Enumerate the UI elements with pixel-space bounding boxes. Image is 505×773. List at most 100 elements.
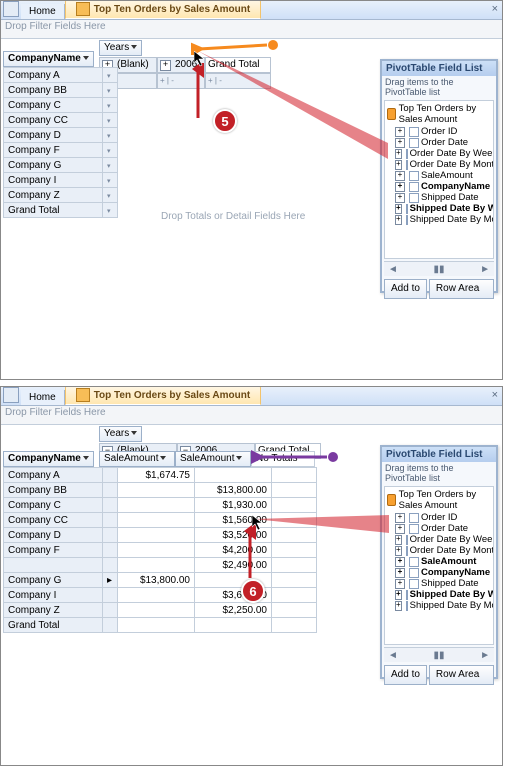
row-dropdown[interactable]: ▾ [103,143,118,158]
expand-icon[interactable]: + [160,60,171,71]
expand-icon[interactable]: + [395,160,402,170]
fieldlist-root[interactable]: Top Ten Orders by Sales Amount [385,488,493,512]
expand-icon[interactable]: + [395,182,405,192]
filter-drop-area[interactable]: Drop Filter Fields Here [1,406,502,425]
cell-2006 [195,468,272,483]
fieldlist-item[interactable]: +Shipped Date By Month [385,214,493,225]
expand-icon[interactable]: + [395,590,402,600]
table-row[interactable]: Grand Total [4,203,103,218]
fieldlist-item[interactable]: +Order Date [385,523,493,534]
table-row[interactable]: Company D [4,528,103,543]
fieldlist-item[interactable]: +SaleAmount [385,170,493,181]
table-row[interactable]: Company BB [4,483,103,498]
expand-icon[interactable]: + [395,579,405,589]
fieldlist-item[interactable]: +Shipped Date By Month [385,600,493,611]
expand-icon[interactable]: + [395,535,402,545]
row-dropdown[interactable]: ▾ [103,158,118,173]
rowarea-dropdown[interactable]: Row Area [429,665,494,685]
table-row[interactable]: Company A [4,68,103,83]
fieldlist-item[interactable]: +Shipped Date [385,578,493,589]
close-icon[interactable]: × [492,3,498,15]
table-row[interactable] [4,558,103,573]
expand-icon[interactable]: + [395,127,405,137]
table-row[interactable]: Company Z [4,603,103,618]
fieldlist-scrollbar[interactable]: ◄▮▮► [384,261,494,276]
expand-icon[interactable]: + [395,215,402,225]
row-dropdown[interactable]: ▾ [103,188,118,203]
fieldlist-item[interactable]: +SaleAmount [385,556,493,567]
field-icon [409,579,419,589]
table-row[interactable]: Company C [4,498,103,513]
fieldlist-item[interactable]: +Order ID [385,126,493,137]
filter-drop-area[interactable]: Drop Filter Fields Here [1,20,502,39]
table-row[interactable]: Company F [4,543,103,558]
detail-drop-area[interactable]: Drop Totals or Detail Fields Here [161,211,305,222]
expand-icon[interactable]: + [395,524,405,534]
row-dropdown[interactable]: ▾ [103,173,118,188]
table-row[interactable]: Company CC [4,113,103,128]
row-dropdown[interactable]: ▾ [103,83,118,98]
close-icon[interactable]: × [492,389,498,401]
rowarea-dropdown[interactable]: Row Area [429,279,494,299]
tab-active[interactable]: Top Ten Orders by Sales Amount [65,0,262,19]
fieldlist-item[interactable]: +Order ID [385,512,493,523]
table-row[interactable]: Company CC [4,513,103,528]
fieldlist-item[interactable]: +Order Date By Month [385,545,493,556]
addto-button[interactable]: Add to [384,279,427,299]
table-row[interactable]: Grand Total [4,618,103,633]
fieldlist-item[interactable]: +CompanyName [385,567,493,578]
pivottable-field-list[interactable]: PivotTable Field List Drag items to the … [380,59,498,293]
col-2006[interactable]: +2006 [157,57,205,73]
fieldlist-item[interactable]: +Order Date By Week [385,534,493,545]
pivottable-field-list[interactable]: PivotTable Field List Drag items to the … [380,445,498,679]
table-row[interactable]: Company BB [4,83,103,98]
saleamount-field-button[interactable]: SaleAmount [99,451,175,467]
row-dropdown[interactable]: ▾ [103,128,118,143]
field-icon [406,215,408,225]
fieldlist-item[interactable]: +Order Date By Week [385,148,493,159]
tab-active[interactable]: Top Ten Orders by Sales Amount [65,386,262,405]
row-dropdown[interactable]: ▾ [103,113,118,128]
fieldlist-item[interactable]: +CompanyName [385,181,493,192]
table-row[interactable]: Company I [4,173,103,188]
expand-icon[interactable]: + [395,568,405,578]
expand-icon[interactable]: + [395,204,402,214]
field-icon [409,193,419,203]
addto-button[interactable]: Add to [384,665,427,685]
fieldlist-tree[interactable]: Top Ten Orders by Sales Amount+Order ID+… [384,100,494,259]
fieldlist-scrollbar[interactable]: ◄▮▮► [384,647,494,662]
expand-icon[interactable]: + [395,149,402,159]
table-row[interactable]: Company G [4,573,103,588]
table-row[interactable]: Company G [4,158,103,173]
fieldlist-root[interactable]: Top Ten Orders by Sales Amount [385,102,493,126]
table-row[interactable]: Company Z [4,188,103,203]
table-row[interactable]: Company D [4,128,103,143]
table-row[interactable]: Company I [4,588,103,603]
table-row[interactable]: Company A [4,468,103,483]
years-field-button[interactable]: Years [99,426,142,442]
expand-icon[interactable]: + [395,171,405,181]
fieldlist-item[interactable]: +Order Date By Month [385,159,493,170]
fieldlist-item[interactable]: +Shipped Date [385,192,493,203]
fieldlist-tree[interactable]: Top Ten Orders by Sales Amount+Order ID+… [384,486,494,645]
expand-icon[interactable]: + [395,138,405,148]
expand-icon[interactable]: + [395,557,405,567]
tab-home[interactable]: Home [21,390,65,405]
table-row[interactable]: Company C [4,98,103,113]
expand-icon[interactable]: + [395,601,402,611]
fieldlist-item[interactable]: +Shipped Date By Week [385,203,493,214]
companyname-field-button[interactable]: CompanyName [3,51,94,67]
expand-icon[interactable]: + [395,513,405,523]
fieldlist-item[interactable]: +Shipped Date By Week [385,589,493,600]
fieldlist-item[interactable]: +Order Date [385,137,493,148]
expand-icon[interactable]: + [395,193,405,203]
row-dropdown[interactable]: ▾ [103,203,118,218]
row-dropdown[interactable]: ▾ [103,98,118,113]
saleamount-field-button[interactable]: SaleAmount [175,451,251,467]
tab-home[interactable]: Home [21,4,65,19]
table-row[interactable]: Company F [4,143,103,158]
expand-icon[interactable]: + [395,546,402,556]
companyname-field-button[interactable]: CompanyName [3,451,94,467]
row-dropdown[interactable]: ▾ [103,68,118,83]
chevron-down-icon [83,56,89,60]
